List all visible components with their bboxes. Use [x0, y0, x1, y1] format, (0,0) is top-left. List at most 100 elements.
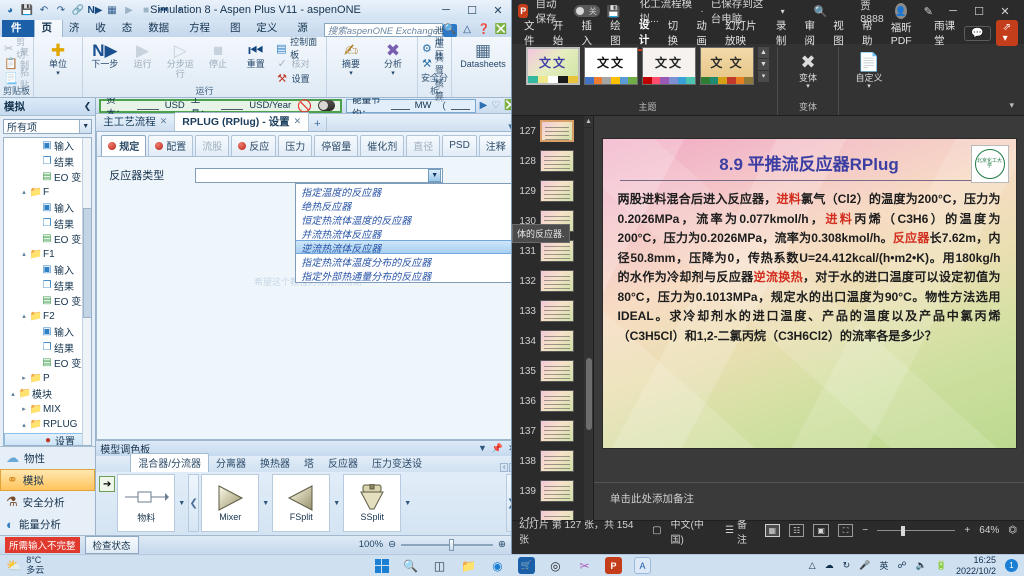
tree-node-eo-变量[interactable]: ▤ EO 变量: [4, 231, 91, 247]
palette-item-material[interactable]: 物料: [117, 474, 176, 532]
slide-thumbnail-row[interactable]: 132: [512, 266, 593, 296]
undo-icon[interactable]: ↶: [37, 3, 51, 17]
close-button[interactable]: ✕: [992, 5, 1018, 18]
palette-menu-icon[interactable]: ▼: [478, 443, 487, 454]
tree-node-eo-变量[interactable]: ▤ EO 变量: [4, 355, 91, 371]
form-tab-直径[interactable]: 直径: [406, 135, 441, 156]
tree-node-结果[interactable]: ❐ 结果: [4, 340, 91, 356]
normal-view-button[interactable]: ▦: [764, 524, 781, 537]
zoom-in-icon[interactable]: +: [964, 525, 970, 536]
theme-thumbnail-3[interactable]: 文 文: [700, 47, 754, 85]
fsplit-dropdown-icon[interactable]: ▼: [332, 500, 341, 507]
ppt-menu-福昕PDF[interactable]: 福昕PDF: [885, 18, 926, 49]
control-panel-button[interactable]: ▤ 控制面板: [276, 37, 322, 60]
dropdown-option-3[interactable]: 并流热流体反应器: [296, 226, 511, 241]
dropdown-option-0[interactable]: 指定温度的反应器: [296, 184, 511, 199]
slide-thumbnail[interactable]: [540, 240, 574, 262]
ribbon-collapse-icon[interactable]: △: [460, 24, 474, 37]
ime-icon[interactable]: 英: [879, 559, 888, 572]
close-icon[interactable]: ✕: [160, 116, 168, 127]
customize-button[interactable]: 📄 自定义 ▾: [847, 51, 891, 91]
reset-button[interactable]: ⏮ 重置: [238, 39, 274, 70]
slide-thumbnail[interactable]: [540, 390, 574, 412]
edge-icon[interactable]: ◉: [489, 557, 506, 574]
tree-node-f[interactable]: ▴ 📁 F: [4, 185, 91, 201]
close-icon[interactable]: ✕: [294, 116, 302, 127]
slide-sorter-button[interactable]: ☷: [789, 524, 805, 537]
more-themes-icon[interactable]: ▾: [758, 71, 769, 82]
zoom-slider[interactable]: [401, 538, 494, 551]
chevron-down-icon[interactable]: ▾: [349, 70, 353, 78]
search-icon[interactable]: 🔍: [402, 557, 419, 574]
form-tab-催化剂[interactable]: 催化剂: [360, 135, 405, 156]
pointer-tool-button[interactable]: ➔: [99, 476, 116, 492]
close-econbar-icon[interactable]: ❎: [504, 100, 511, 111]
ribbon-collapse-icon[interactable]: ▾: [1009, 100, 1018, 115]
palette-tab-反应器[interactable]: 反应器: [321, 454, 365, 472]
palette-tab-换热器[interactable]: 换热器: [253, 454, 297, 472]
form-tab-规定[interactable]: 规定: [101, 135, 147, 156]
zoom-slider-thumb[interactable]: [900, 525, 905, 536]
tree-twisty-icon[interactable]: ▸: [19, 405, 29, 413]
check-status-button[interactable]: 检查状态: [84, 535, 139, 554]
ppt-zoom-slider[interactable]: [877, 525, 956, 536]
slide-thumbnail[interactable]: [540, 420, 574, 442]
next-step-button[interactable]: N▶ 下一步: [87, 39, 123, 70]
slide-thumbnail[interactable]: [540, 360, 574, 382]
language-label[interactable]: 中文(中国): [671, 516, 717, 546]
reading-view-button[interactable]: ▣: [813, 524, 829, 537]
save-icon[interactable]: 💾: [20, 3, 34, 17]
thumbnail-scrollbar[interactable]: [584, 128, 593, 520]
palette-tabs[interactable]: 混合器/分流器分离器换热器塔反应器压力变送设‹›: [96, 453, 511, 472]
ppt-menu-录制[interactable]: 录制: [770, 16, 797, 50]
ppt-menu-帮助[interactable]: 帮助: [856, 16, 883, 50]
tree-twisty-icon[interactable]: ▴: [19, 421, 29, 429]
dropdown-option-1[interactable]: 绝热反应器: [296, 198, 511, 213]
form-tab-压力[interactable]: 压力: [278, 135, 313, 156]
tree-twisty-icon[interactable]: ▴: [19, 188, 29, 196]
slide-thumbnail-row[interactable]: 138: [512, 446, 593, 476]
ppt-menu-雨课堂[interactable]: 雨课堂: [928, 16, 962, 50]
reconcile-button[interactable]: ✓ 核对: [276, 56, 322, 70]
tree-node-结果[interactable]: ❐ 结果: [4, 216, 91, 232]
chevron-down-icon[interactable]: ▾: [391, 70, 395, 78]
slide-thumbnail-row[interactable]: 134: [512, 326, 593, 356]
report-icon[interactable]: ▦: [105, 3, 119, 17]
notes-pane[interactable]: 单击此处添加备注: [594, 482, 1024, 520]
explorer-filter-select[interactable]: 所有项 ▼: [3, 119, 93, 134]
theme-thumbnail-1[interactable]: 文文: [584, 47, 638, 85]
tree-node-输入[interactable]: ▣ 输入: [4, 200, 91, 216]
slide-thumbnail[interactable]: [540, 450, 574, 472]
start-icon[interactable]: [373, 557, 390, 574]
document-tab-bar[interactable]: 主工艺流程 ✕ RPLUG (RPlug) - 设置 ✕ + ▼: [96, 112, 511, 132]
slide-thumbnail-row[interactable]: 128: [512, 146, 593, 176]
tree-node-rplug[interactable]: ▴ 📁 RPLUG: [4, 417, 91, 433]
zoom-out-icon[interactable]: ⊖: [388, 539, 396, 550]
battery-icon[interactable]: 🔋: [936, 560, 947, 571]
form-tab-strip[interactable]: 规定 配置 流股 反应 压力 停留量 催化剂 直径 PSD 注释: [97, 132, 511, 157]
taskbar-icons[interactable]: 🔍 ◫ 📁 ◉ 🛒 ◎ ✂ P A: [373, 557, 651, 574]
nav-item-simulation[interactable]: ⚭ 模拟: [0, 469, 96, 491]
run-icon[interactable]: ▶: [122, 3, 136, 17]
form-tab-PSD[interactable]: PSD: [442, 135, 477, 156]
stop-button[interactable]: ■ 停止: [200, 39, 236, 70]
quick-access-toolbar[interactable]: ◕ 💾 ↶ ↷ 🔗 N▶ ▦ ▶ ■ ⏮ ▾: [0, 3, 187, 17]
tree-scroll-thumb[interactable]: [83, 208, 92, 318]
dropdown-option-5[interactable]: 指定热流体温度分布的反应器: [296, 254, 511, 269]
palette-tab-压力变送设[interactable]: 压力变送设: [365, 454, 429, 472]
tree-scrollbar[interactable]: [82, 138, 92, 445]
doc-tab-rplug-setup[interactable]: RPLUG (RPlug) - 设置 ✕: [175, 112, 310, 131]
redo-icon[interactable]: ↷: [54, 3, 68, 17]
slide-thumbnail[interactable]: [540, 150, 574, 172]
clock[interactable]: 16:25 2022/10/2: [956, 555, 996, 575]
chevron-down-icon[interactable]: ▼: [428, 168, 442, 182]
zoom-out-icon[interactable]: −: [862, 525, 868, 536]
pin-icon[interactable]: 📌: [492, 443, 503, 454]
palette-item-fsplit[interactable]: FSplit: [272, 474, 331, 532]
comments-button[interactable]: 💬: [964, 25, 991, 41]
aspen-window-controls[interactable]: ─ ☐ ✕: [433, 4, 511, 17]
palette-tab-塔[interactable]: 塔: [297, 454, 321, 472]
slide-thumbnail-panel[interactable]: ▲ 127 128 129 130 131 132 133 134 135 136 137 138 13…: [512, 116, 594, 520]
slide-thumbnail-row[interactable]: 135: [512, 356, 593, 386]
doc-tab-new[interactable]: +: [309, 117, 327, 131]
